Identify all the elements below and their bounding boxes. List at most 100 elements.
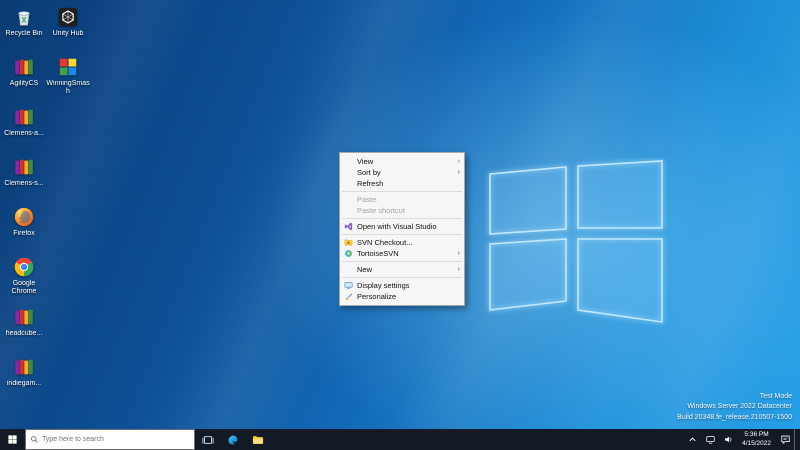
desktop-icon-label: Recycle Bin	[2, 30, 46, 38]
desktop-icon[interactable]: indiegam...	[2, 356, 46, 392]
menu-item-label: Personalize	[357, 292, 452, 301]
desktop-icon-label: Google Chrome	[2, 280, 46, 296]
winrar-icon	[13, 156, 35, 178]
desktop-icon-column-1: Recycle Bin AgilityCS Clemens-a... Clemens-…	[2, 6, 46, 392]
desktop-icon[interactable]: AgilityCS	[2, 56, 46, 92]
tray-overflow-button[interactable]	[683, 434, 701, 445]
search-icon	[30, 435, 39, 444]
menu-item-label: Open with Visual Studio	[357, 222, 452, 231]
task-view-button[interactable]	[195, 429, 220, 450]
watermark-edition: Windows Server 2022 Datacenter	[677, 402, 792, 413]
desktop-icon-label: AgilityCS	[2, 80, 46, 88]
svn-checkout-icon	[343, 238, 354, 247]
winrar-icon	[13, 56, 35, 78]
desktop-icon[interactable]: Clemens-a...	[2, 106, 46, 142]
menu-item-label: Sort by	[357, 168, 452, 177]
submenu-arrow-icon: ›	[452, 169, 460, 176]
desktop-icon[interactable]: Clemens-s...	[2, 156, 46, 192]
firefox-icon	[13, 206, 35, 228]
menu-icon-spacer	[343, 195, 354, 204]
clock-time: 5:36 PM	[742, 431, 771, 439]
menu-item-label: Paste	[357, 195, 452, 204]
menu-separator	[342, 277, 462, 278]
submenu-arrow-icon: ›	[452, 266, 460, 273]
submenu-arrow-icon: ›	[452, 250, 460, 257]
action-center-button[interactable]	[776, 434, 794, 445]
menu-icon-spacer	[343, 179, 354, 188]
menu-icon-spacer	[343, 206, 354, 215]
menu-item-label: Paste shortcut	[357, 206, 452, 215]
desktop-icon[interactable]: WinningSmash	[46, 56, 90, 92]
menu-separator	[342, 234, 462, 235]
menu-item[interactable]: Open with Visual Studio	[340, 221, 464, 232]
visual-studio-icon	[343, 222, 354, 231]
speaker-icon	[723, 434, 734, 445]
menu-item-label: Display settings	[357, 281, 452, 290]
system-watermark: Test Mode Windows Server 2022 Datacenter…	[677, 392, 792, 424]
desktop-icon-label: indiegam...	[2, 380, 46, 388]
desktop-icon-label: Clemens-a...	[2, 130, 46, 138]
color-tiles-icon	[57, 56, 79, 78]
desktop-icon[interactable]: headcube...	[2, 306, 46, 342]
watermark-build: Build 20348.fe_release.210507-1500	[677, 413, 792, 424]
desktop-icon[interactable]: Recycle Bin	[2, 6, 46, 42]
clock-date: 4/15/2022	[742, 440, 771, 448]
edge-taskbar-button[interactable]	[220, 429, 245, 450]
menu-item: Paste shortcut	[340, 205, 464, 216]
menu-item[interactable]: Refresh	[340, 178, 464, 189]
menu-item[interactable]: Personalize	[340, 291, 464, 302]
menu-item[interactable]: Display settings	[340, 280, 464, 291]
unity-icon	[57, 6, 79, 28]
menu-item[interactable]: Sort by›	[340, 167, 464, 178]
menu-separator	[342, 191, 462, 192]
show-desktop-button[interactable]	[794, 429, 800, 450]
desktop-context-menu: View›Sort by›RefreshPastePaste shortcutO…	[339, 152, 465, 306]
menu-item-label: SVN Checkout...	[357, 238, 452, 247]
tortoisesvn-icon	[343, 249, 354, 258]
edge-icon	[227, 434, 239, 446]
menu-separator	[342, 218, 462, 219]
network-icon	[705, 434, 716, 445]
windows-start-icon	[7, 434, 18, 445]
network-tray-button[interactable]	[701, 434, 719, 445]
watermark-test-mode: Test Mode	[677, 392, 792, 403]
chevron-up-icon	[687, 434, 698, 445]
desktop-icon[interactable]: Unity Hub	[46, 6, 90, 42]
menu-item: Paste	[340, 194, 464, 205]
menu-icon-spacer	[343, 168, 354, 177]
file-explorer-taskbar-button[interactable]	[245, 429, 270, 450]
taskbar-search[interactable]	[25, 429, 195, 450]
menu-item[interactable]: View›	[340, 156, 464, 167]
winrar-icon	[13, 306, 35, 328]
submenu-arrow-icon: ›	[452, 158, 460, 165]
menu-item[interactable]: New›	[340, 264, 464, 275]
personalize-icon	[343, 292, 354, 301]
desktop-icon[interactable]: Firefox	[2, 206, 46, 242]
desktop-icon-label: Clemens-s...	[2, 180, 46, 188]
display-settings-icon	[343, 281, 354, 290]
menu-separator	[342, 261, 462, 262]
search-input[interactable]	[42, 436, 190, 443]
desktop-icon-column-2: Unity Hub WinningSmash	[46, 6, 90, 92]
menu-item[interactable]: TortoiseSVN›	[340, 248, 464, 259]
system-tray: 5:36 PM 4/15/2022	[683, 429, 800, 450]
desktop-icon-label: Firefox	[2, 230, 46, 238]
start-button[interactable]	[0, 429, 25, 450]
menu-item-label: TortoiseSVN	[357, 249, 452, 258]
action-center-icon	[780, 434, 791, 445]
task-view-icon	[202, 434, 214, 446]
desktop-icon-label: WinningSmash	[46, 80, 90, 96]
menu-icon-spacer	[343, 265, 354, 274]
menu-item-label: Refresh	[357, 179, 452, 188]
desktop-icon-label: headcube...	[2, 330, 46, 338]
taskbar-clock[interactable]: 5:36 PM 4/15/2022	[737, 431, 776, 448]
menu-item-label: View	[357, 157, 452, 166]
windows-logo-glow	[484, 158, 668, 328]
volume-tray-button[interactable]	[719, 434, 737, 445]
chrome-icon	[13, 256, 35, 278]
recycle-bin-icon	[13, 6, 35, 28]
taskbar: 5:36 PM 4/15/2022	[0, 429, 800, 450]
desktop-icon[interactable]: Google Chrome	[2, 256, 46, 292]
file-explorer-icon	[252, 434, 264, 446]
menu-item[interactable]: SVN Checkout...	[340, 237, 464, 248]
